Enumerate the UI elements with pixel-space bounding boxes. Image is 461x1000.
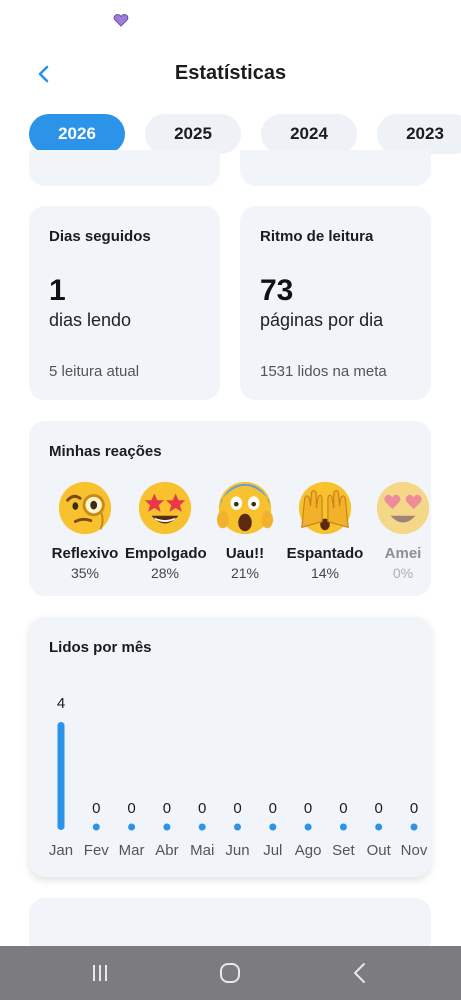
reaction-reflexivo[interactable]: Reflexivo 35% xyxy=(45,479,125,581)
heart-notification-icon xyxy=(113,14,129,27)
reaction-label: Espantado xyxy=(286,545,364,562)
data-label-jun: 0 xyxy=(233,800,241,817)
streak-value: 1 xyxy=(49,274,66,307)
page-title: Estatísticas xyxy=(174,62,287,84)
streak-footer: 5 leitura atual xyxy=(49,363,140,380)
x-tick-label-mar: Mar xyxy=(119,842,145,859)
bar-set xyxy=(339,823,347,831)
data-label-abr: 0 xyxy=(163,800,171,817)
tab-year-2026[interactable]: 2026 xyxy=(29,114,125,154)
bar-abr xyxy=(163,823,171,831)
bar-mar xyxy=(128,823,136,831)
reaction-empolgado[interactable]: Empolgado 28% xyxy=(125,479,207,581)
reaction-percent: 14% xyxy=(310,565,340,581)
bar-jul xyxy=(269,823,277,831)
x-tick-label-ago: Ago xyxy=(295,842,322,859)
reactions-card: Minhas reações Reflexivo 35% Empolgado 2… xyxy=(29,421,431,596)
x-tick-label-set: Set xyxy=(332,842,355,859)
card-stub-left xyxy=(29,150,220,186)
reaction-espantado[interactable]: Espantado 14% xyxy=(285,479,365,581)
reaction-percent: 0% xyxy=(392,565,414,581)
x-tick-label-fev: Fev xyxy=(84,842,110,859)
screaming-face-emoji-icon xyxy=(216,481,274,535)
app-header: Estatísticas xyxy=(0,52,461,96)
monthly-chart-card: Lidos por mês 4 Jan 0 Fev 0 Mar 0 Abr 0 Mai 0 Jun 0 J… xyxy=(29,617,431,877)
bar-jun xyxy=(234,823,241,831)
reaction-uau[interactable]: Uau!! 21% xyxy=(205,479,285,581)
reaction-amei[interactable]: Amei 0% xyxy=(363,479,443,581)
tab-year-2025[interactable]: 2025 xyxy=(145,114,241,154)
data-label-mai: 0 xyxy=(198,800,206,817)
x-tick-label-jun: Jun xyxy=(225,842,249,859)
reaction-label: Amei xyxy=(384,545,422,562)
pace-value: 73 xyxy=(260,274,294,307)
tab-year-2023[interactable]: 2023 xyxy=(377,114,461,154)
face-with-hands-emoji-icon xyxy=(298,481,352,535)
data-label-out: 0 xyxy=(375,800,383,817)
card-stub-right xyxy=(240,150,431,186)
bar-fev xyxy=(92,823,100,831)
heart-eyes-emoji-icon xyxy=(376,481,430,535)
monthly-bar-chart: 4 Jan 0 Fev 0 Mar 0 Abr 0 Mai 0 Jun 0 Jul 0 Ago 0 Set 0 Out… xyxy=(49,695,428,859)
recent-apps-icon[interactable] xyxy=(86,959,114,987)
tab-year-2024[interactable]: 2024 xyxy=(261,114,357,154)
data-label-jan: 4 xyxy=(57,695,65,712)
x-tick-label-jul: Jul xyxy=(263,842,282,859)
pace-title: Ritmo de leitura xyxy=(260,228,374,245)
streak-subtitle: dias lendo xyxy=(49,310,132,330)
x-tick-label-abr: Abr xyxy=(155,842,178,859)
reaction-percent: 28% xyxy=(150,565,180,581)
reaction-label: Reflexivo xyxy=(51,545,119,562)
data-label-fev: 0 xyxy=(92,800,100,817)
reaction-label: Uau!! xyxy=(225,545,265,562)
data-label-set: 0 xyxy=(339,800,347,817)
x-tick-label-mai: Mai xyxy=(190,842,214,859)
bar-nov xyxy=(410,823,418,831)
star-struck-emoji-icon xyxy=(138,481,192,535)
monocle-face-emoji-icon xyxy=(58,481,112,535)
data-label-ago: 0 xyxy=(304,800,312,817)
pace-footer: 1531 lidos na meta xyxy=(260,363,387,380)
reactions-list: Reflexivo 35% Empolgado 28% Uau!! 21% Es… xyxy=(45,479,444,589)
x-tick-label-out: Out xyxy=(367,842,392,859)
system-nav-bar xyxy=(0,946,461,1000)
data-label-mar: 0 xyxy=(127,800,135,817)
bar-out xyxy=(375,823,383,831)
status-bar xyxy=(0,0,461,44)
pace-subtitle: páginas por dia xyxy=(260,310,384,330)
bar-mai xyxy=(198,823,206,831)
x-tick-label-nov: Nov xyxy=(401,842,428,859)
back-nav-icon[interactable] xyxy=(346,959,374,987)
pace-card: Ritmo de leitura 73 páginas por dia 1531… xyxy=(240,206,431,400)
bar-ago xyxy=(304,823,312,831)
x-tick-label-jan: Jan xyxy=(49,842,73,859)
home-icon[interactable] xyxy=(216,959,244,987)
streak-title: Dias seguidos xyxy=(49,228,151,245)
streak-card: Dias seguidos 1 dias lendo 5 leitura atu… xyxy=(29,206,220,400)
bar-jan xyxy=(57,722,65,830)
reaction-percent: 21% xyxy=(230,565,260,581)
data-label-jul: 0 xyxy=(269,800,277,817)
year-tabs: 2026 2025 2024 2023 xyxy=(29,114,461,154)
reactions-title: Minhas reações xyxy=(49,443,162,460)
data-label-nov: 0 xyxy=(410,800,418,817)
reaction-percent: 35% xyxy=(70,565,100,581)
reaction-label: Empolgado xyxy=(125,545,207,562)
